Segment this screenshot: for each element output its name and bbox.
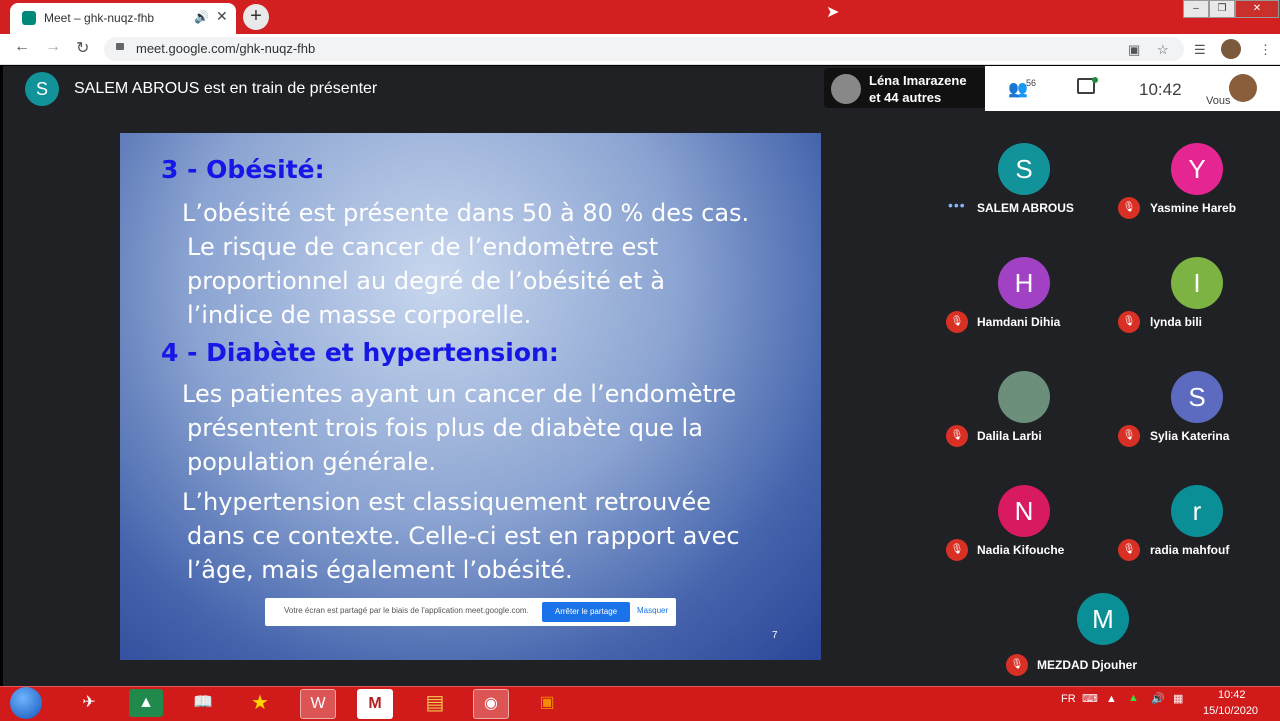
browser-tab[interactable]: Meet – ghk-nuqz-fhb 🔊 ✕	[10, 3, 236, 34]
speaking-dots-icon: •••	[948, 197, 966, 213]
participant-name: Yasmine Hareb	[1150, 201, 1237, 215]
chat-notification-dot	[1092, 77, 1098, 83]
start-button[interactable]	[10, 687, 42, 719]
tab-close-icon[interactable]: ✕	[216, 8, 228, 25]
people-icon[interactable]: 👥	[1008, 79, 1028, 99]
slide-line: Le risque de cancer de l’endomètre est	[187, 233, 659, 261]
meet-favicon-icon	[22, 11, 36, 25]
participant-name: MEZDAD Djouher	[1037, 658, 1137, 672]
language-indicator[interactable]: FR	[1061, 693, 1076, 705]
media-control-icon[interactable]: ☰	[1194, 42, 1206, 58]
minimize-button[interactable]: –	[1183, 0, 1209, 18]
self-avatar[interactable]	[1229, 74, 1257, 102]
app-star-icon[interactable]: ★	[243, 689, 277, 717]
app-m-icon[interactable]: M	[357, 689, 393, 719]
participant-avatar: S	[1171, 371, 1223, 423]
mic-off-icon: 🎙	[946, 311, 968, 333]
volume-icon[interactable]: 🔊	[1151, 692, 1165, 705]
network-icon[interactable]: ▦	[1173, 692, 1183, 705]
speaker-name: Léna Imarazene	[869, 73, 967, 88]
app-windmill-icon[interactable]: ✈	[72, 689, 106, 717]
slide-line: Les patientes ayant un cancer de l’endom…	[182, 380, 737, 408]
participant-avatar: r	[1171, 485, 1223, 537]
presenter-avatar: S	[25, 72, 59, 106]
participant-name: radia mahfouf	[1150, 543, 1230, 557]
participant-name: Nadia Kifouche	[977, 543, 1065, 557]
participant-avatar: N	[998, 485, 1050, 537]
word-icon[interactable]: W	[300, 689, 336, 719]
slide-line: L’obésité est présente dans 50 à 80 % de…	[182, 199, 750, 227]
maximize-button[interactable]: ❐	[1209, 0, 1235, 18]
meet-clock: 10:42	[1139, 80, 1182, 99]
app-game-icon[interactable]: ▲	[129, 689, 163, 717]
participant-avatar: H	[998, 257, 1050, 309]
slide-line: l’indice de masse corporelle.	[187, 301, 532, 329]
keyboard-icon[interactable]: ⌨	[1082, 692, 1098, 705]
mouse-cursor-icon: ➤	[826, 4, 840, 21]
taskbar-time: 10:42	[1218, 689, 1246, 701]
slide-paragraph-1: L’obésité est présente dans 50 à 80 % de…	[182, 196, 749, 332]
address-bar: ← → ↻ meet.google.com/ghk-nuqz-fhb ▣ ☆ ☰…	[0, 34, 1280, 65]
lock-icon[interactable]	[116, 43, 124, 50]
slide-line: l’âge, mais également l’obésité.	[187, 556, 573, 584]
mic-off-icon: 🎙	[1118, 197, 1140, 219]
participant-name: Dalila Larbi	[977, 429, 1042, 443]
stop-sharing-button[interactable]: Arrêter le partage	[542, 602, 630, 622]
slide-line: présentent trois fois plus de diabète qu…	[187, 414, 703, 442]
mic-off-icon: 🎙	[946, 425, 968, 447]
participant-name: SALEM ABROUS	[977, 201, 1074, 215]
presenting-label: SALEM ABROUS est en train de présenter	[74, 80, 378, 97]
url-text[interactable]: meet.google.com/ghk-nuqz-fhb	[136, 41, 315, 56]
participant-grid	[938, 113, 1280, 569]
slide-line: population générale.	[187, 448, 436, 476]
speaker-avatar	[831, 74, 861, 104]
mic-off-icon: 🎙	[1118, 311, 1140, 333]
bookmark-star-icon[interactable]: ☆	[1157, 42, 1169, 58]
forward-arrow-icon[interactable]: →	[45, 38, 61, 56]
slide-line: L’hypertension est classiquement retrouv…	[182, 488, 712, 516]
participant-avatar: Y	[1171, 143, 1223, 195]
folder-icon[interactable]: ▤	[418, 689, 452, 717]
slide-line: dans ce contexte. Celle-ci est en rappor…	[187, 522, 740, 550]
hide-banner-button[interactable]: Masquer	[637, 606, 668, 615]
share-banner-text: Votre écran est partagé par le biais de …	[284, 606, 529, 615]
camera-blocked-icon[interactable]: ▣	[1128, 42, 1140, 58]
profile-avatar[interactable]	[1221, 39, 1241, 59]
mic-off-icon: 🎙	[1118, 539, 1140, 561]
slide-paragraph-2: Les patientes ayant un cancer de l’endom…	[182, 377, 736, 479]
chrome-icon[interactable]: ◉	[473, 689, 509, 719]
others-count: et 44 autres	[869, 90, 942, 105]
participant-avatar	[998, 371, 1050, 423]
tray-expand-icon[interactable]: ▲	[1106, 693, 1117, 705]
participant-avatar: M	[1077, 593, 1129, 645]
office-icon[interactable]: ▣	[530, 689, 564, 717]
app-books-icon[interactable]: 📖	[186, 689, 220, 717]
new-tab-button[interactable]: +	[243, 4, 269, 30]
participant-name: Hamdani Dihia	[977, 315, 1061, 329]
back-arrow-icon[interactable]: ←	[14, 38, 30, 56]
mic-off-icon: 🎙	[1006, 654, 1028, 676]
menu-dots-icon[interactable]: ⋮	[1259, 42, 1272, 58]
mic-off-icon: 🎙	[946, 539, 968, 561]
slide-line: proportionnel au degré de l’obésité et à	[187, 267, 665, 295]
slide-page-number: 7	[772, 630, 778, 641]
people-count: 56	[1026, 78, 1037, 88]
participant-name: Sylia Katerina	[1150, 429, 1230, 443]
slide-heading-diabete: 4 - Diabète et hypertension:	[161, 338, 559, 367]
close-window-button[interactable]: ✕	[1235, 0, 1279, 18]
tab-title: Meet – ghk-nuqz-fhb	[44, 11, 155, 25]
mic-off-icon: 🎙	[1118, 425, 1140, 447]
tray-app-icon[interactable]: ▲	[1128, 692, 1139, 704]
slide-paragraph-3: L’hypertension est classiquement retrouv…	[182, 485, 740, 587]
slide-heading-obesite: 3 - Obésité:	[161, 155, 325, 184]
self-label: Vous	[1206, 95, 1231, 107]
participant-name: lynda bili	[1150, 315, 1203, 329]
taskbar-date: 15/10/2020	[1203, 705, 1259, 717]
tab-audio-icon[interactable]: 🔊	[194, 10, 209, 24]
participant-avatar: S	[998, 143, 1050, 195]
participant-avatar: I	[1171, 257, 1223, 309]
reload-icon[interactable]: ↻	[76, 38, 89, 58]
